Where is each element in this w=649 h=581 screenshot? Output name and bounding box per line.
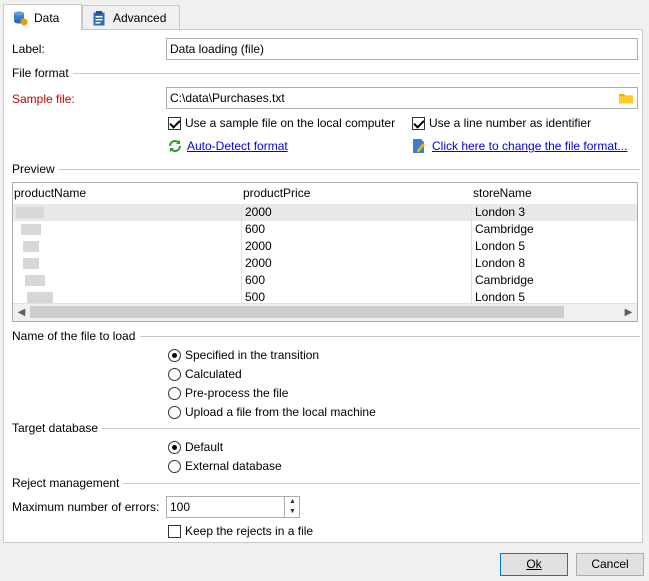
redacted-cell — [23, 258, 39, 269]
column-header[interactable]: productName — [14, 186, 86, 200]
scrollbar-thumb[interactable] — [30, 306, 564, 318]
price-cell: 2000 — [241, 255, 272, 272]
file-to-load-divider — [140, 336, 640, 337]
redacted-cell — [23, 241, 39, 252]
store-cell: London 8 — [471, 255, 525, 272]
redacted-cell — [27, 292, 53, 303]
external-db-label: External database — [185, 459, 282, 473]
ok-button-label: Ok — [526, 557, 542, 571]
use-line-number-label: Use a line number as identifier — [429, 116, 592, 130]
external-db-radio[interactable] — [168, 460, 181, 473]
pre-process-label: Pre-process the file — [185, 386, 289, 400]
reject-divider — [122, 483, 640, 484]
use-line-number-checkbox[interactable] — [412, 117, 425, 130]
tab-data-label: Data — [34, 10, 60, 25]
scroll-right-icon[interactable]: ▶ — [621, 305, 636, 320]
preview-divider — [56, 169, 640, 170]
change-format-link[interactable]: Click here to change the file format... — [432, 139, 627, 153]
use-sample-local-checkbox[interactable] — [168, 117, 181, 130]
price-cell: 2000 — [241, 204, 272, 221]
default-db-radio[interactable] — [168, 441, 181, 454]
column-header[interactable]: storeName — [473, 186, 532, 200]
store-cell: London 5 — [471, 238, 525, 255]
label-input[interactable]: Data loading (file) — [166, 38, 638, 60]
redacted-cell — [21, 224, 41, 235]
table-row[interactable]: 600 Cambridge — [13, 272, 637, 289]
clipboard-icon — [91, 10, 107, 26]
price-cell: 600 — [241, 221, 265, 238]
specified-in-transition-radio[interactable] — [168, 349, 181, 362]
table-row[interactable]: 2000 London 5 — [13, 238, 637, 255]
max-errors-label: Maximum number of errors: — [12, 500, 160, 514]
scroll-left-icon[interactable]: ◀ — [14, 305, 29, 320]
database-icon — [12, 10, 28, 26]
table-row[interactable]: 600 Cambridge — [13, 221, 637, 238]
default-db-label: Default — [185, 440, 224, 454]
use-sample-local-label: Use a sample file on the local computer — [185, 116, 396, 130]
preview-title: Preview — [12, 162, 59, 176]
max-errors-stepper[interactable]: 100 — [166, 496, 300, 518]
tab-data[interactable]: Data — [3, 4, 82, 30]
keep-rejects-checkbox[interactable] — [168, 525, 181, 538]
cancel-button-label: Cancel — [591, 557, 629, 571]
preview-grid-header: productName productPrice storeName — [13, 183, 637, 204]
upload-local-radio[interactable] — [168, 406, 181, 419]
store-cell: Cambridge — [471, 272, 534, 289]
file-format-divider — [70, 73, 640, 74]
auto-detect-link[interactable]: Auto-Detect format — [187, 139, 288, 153]
sample-file-label: Sample file: — [12, 92, 75, 106]
ok-button[interactable]: Ok — [500, 553, 568, 576]
file-to-load-title: Name of the file to load — [12, 329, 140, 343]
target-db-divider — [100, 428, 640, 429]
sample-file-input[interactable]: C:\data\Purchases.txt — [166, 87, 638, 109]
increment-icon[interactable]: ▲ — [284, 497, 300, 507]
tab-advanced[interactable]: Advanced — [82, 5, 180, 29]
tab-advanced-label: Advanced — [113, 10, 167, 25]
edit-document-icon — [412, 138, 426, 154]
calculated-label: Calculated — [185, 367, 242, 381]
reject-title: Reject management — [12, 476, 124, 490]
keep-rejects-label: Keep the rejects in a file — [185, 524, 314, 538]
folder-icon[interactable] — [617, 89, 635, 107]
decrement-icon[interactable]: ▼ — [284, 507, 300, 517]
max-errors-value: 100 — [170, 500, 191, 514]
table-row[interactable]: 2000 London 3 — [13, 204, 637, 221]
table-row[interactable]: 2000 London 8 — [13, 255, 637, 272]
specified-in-transition-label: Specified in the transition — [185, 348, 320, 362]
cancel-button[interactable]: Cancel — [576, 553, 644, 576]
sample-file-value: C:\data\Purchases.txt — [170, 91, 285, 105]
calculated-radio[interactable] — [168, 368, 181, 381]
preview-grid[interactable]: productName productPrice storeName 2000 … — [12, 182, 638, 322]
store-cell: Cambridge — [471, 221, 534, 238]
redacted-cell — [16, 207, 44, 218]
redacted-cell — [25, 275, 45, 286]
upload-local-label: Upload a file from the local machine — [185, 405, 376, 419]
price-cell: 600 — [241, 272, 265, 289]
pre-process-radio[interactable] — [168, 387, 181, 400]
horizontal-scrollbar[interactable]: ◀ ▶ — [13, 303, 637, 321]
label-field-label: Label: — [12, 42, 45, 56]
refresh-icon — [167, 138, 183, 154]
store-cell: London 3 — [471, 204, 525, 221]
target-db-title: Target database — [12, 421, 103, 435]
file-format-title: File format — [12, 66, 73, 80]
price-cell: 2000 — [241, 238, 272, 255]
column-header[interactable]: productPrice — [243, 186, 310, 200]
